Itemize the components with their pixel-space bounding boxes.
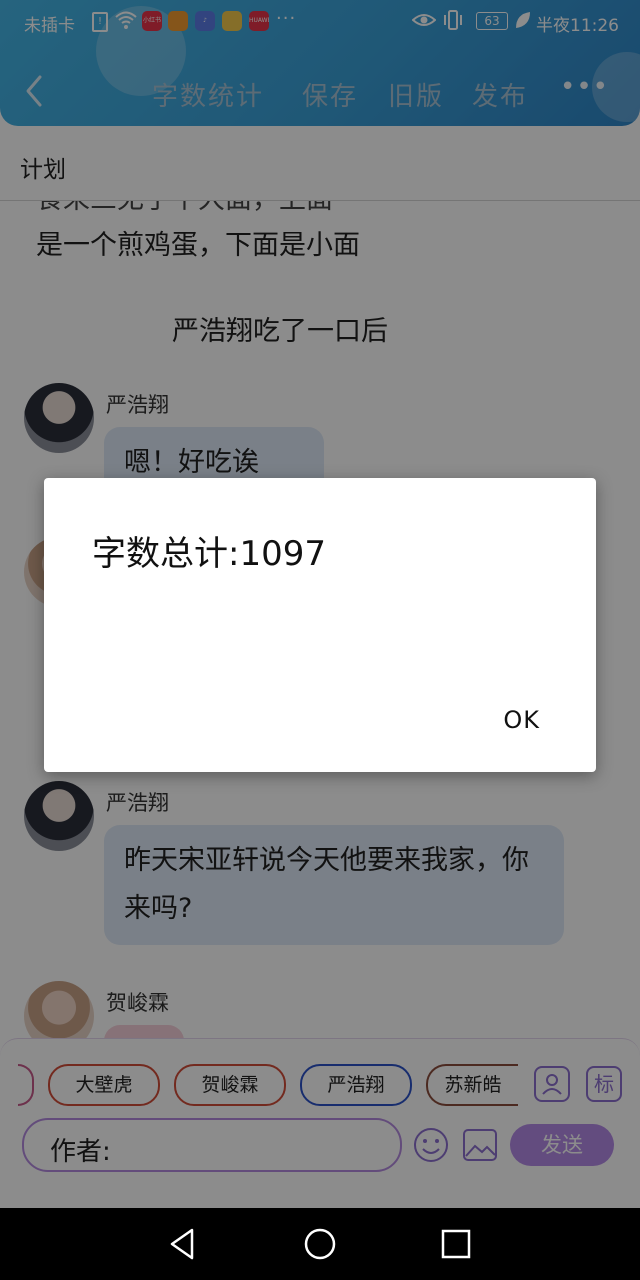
ok-button[interactable]: OK [503,706,540,734]
back-triangle-icon[interactable] [164,1226,200,1262]
home-circle-icon[interactable] [302,1226,338,1262]
recents-square-icon[interactable] [438,1226,474,1262]
word-count-message: 字数总计:1097 [92,534,326,574]
app-screen: 未插卡 ! 小红书 ♪ HUAWEI ··· 63 [0,0,640,1208]
system-nav-bar [0,1208,640,1280]
word-count-dialog: 字数总计:1097 OK [44,478,596,772]
